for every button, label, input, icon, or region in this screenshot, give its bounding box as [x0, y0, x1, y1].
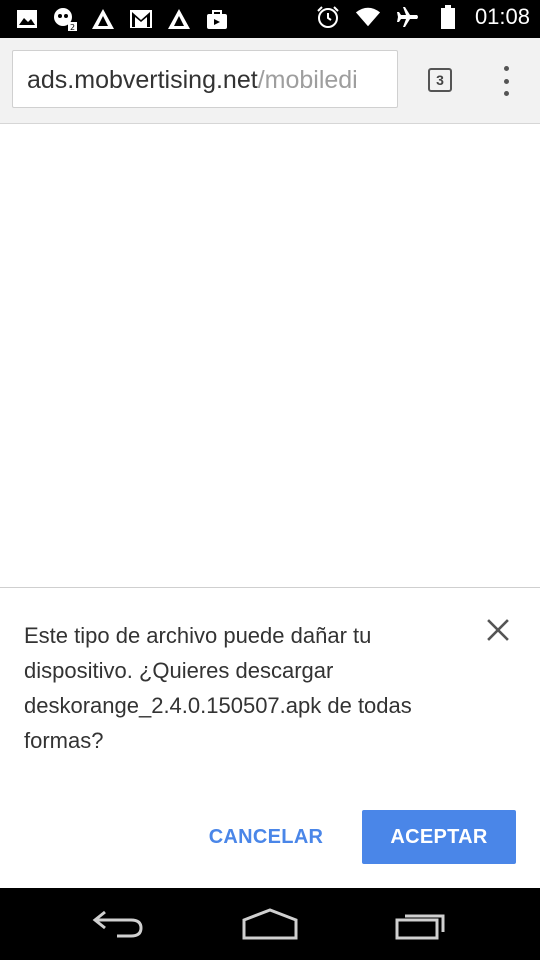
url-domain: ads.mobvertising.net — [27, 66, 258, 94]
overflow-menu-icon[interactable] — [494, 66, 518, 96]
back-icon[interactable] — [84, 902, 154, 946]
download-warning-infobar: Este tipo de archivo puede dañar tu disp… — [0, 587, 540, 889]
navigation-bar — [0, 888, 540, 960]
home-icon[interactable] — [235, 902, 305, 946]
alert-triangle-icon — [90, 6, 116, 32]
browser-toolbar: ads.mobvertising.net/mobiledi 3 — [0, 38, 540, 124]
web-content — [0, 124, 540, 587]
wifi-icon — [355, 4, 381, 30]
tab-switcher-button[interactable]: 3 — [428, 68, 452, 92]
alarm-icon — [315, 4, 341, 30]
close-icon[interactable] — [484, 616, 512, 644]
alert-triangle-icon — [166, 6, 192, 32]
recents-icon[interactable] — [388, 902, 458, 946]
face-notification-icon: 2 — [52, 6, 78, 32]
accept-button[interactable]: ACEPTAR — [362, 810, 516, 864]
url-bar[interactable]: ads.mobvertising.net/mobiledi — [12, 50, 398, 108]
system-icons: 01:08 — [315, 4, 530, 30]
airplane-icon — [395, 4, 421, 30]
status-bar: 2 01:08 — [0, 0, 540, 38]
cancel-button[interactable]: CANCELAR — [196, 810, 336, 864]
warning-message: Este tipo de archivo puede dañar tu disp… — [24, 623, 412, 753]
clock: 01:08 — [474, 4, 530, 29]
gmail-icon — [128, 6, 154, 32]
tab-count: 3 — [436, 72, 444, 88]
url-path: /mobiledi — [257, 66, 358, 94]
battery-icon — [435, 4, 461, 30]
shopping-bag-icon — [204, 6, 230, 32]
notification-icons: 2 — [14, 6, 230, 32]
image-icon — [14, 6, 40, 32]
svg-text:2: 2 — [70, 23, 75, 32]
